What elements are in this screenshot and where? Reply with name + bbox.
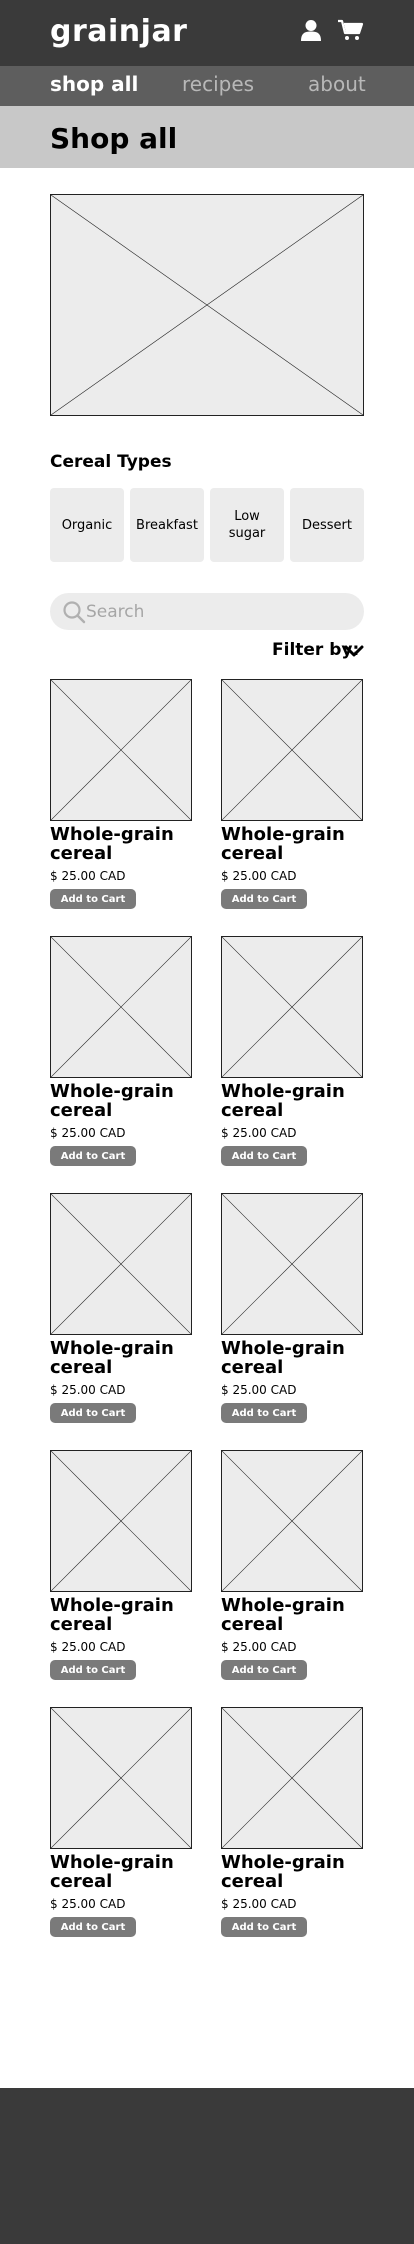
cart-icon[interactable] bbox=[338, 19, 364, 41]
product-price: $ 25.00 CAD bbox=[50, 869, 126, 883]
product-name[interactable]: Whole-grain cereal bbox=[50, 1082, 200, 1120]
product-price: $ 25.00 CAD bbox=[50, 1897, 126, 1911]
product-price: $ 25.00 CAD bbox=[221, 1126, 297, 1140]
product-image[interactable] bbox=[50, 1193, 192, 1335]
product-name[interactable]: Whole-grain cereal bbox=[221, 1339, 371, 1377]
page-title-bar: Shop all bbox=[0, 106, 414, 168]
add-to-cart-button[interactable]: Add to Cart bbox=[221, 1917, 307, 1937]
add-to-cart-button[interactable]: Add to Cart bbox=[50, 1917, 136, 1937]
product-price: $ 25.00 CAD bbox=[221, 1640, 297, 1654]
nav-item-shop-all[interactable]: shop all bbox=[50, 72, 138, 96]
product-name[interactable]: Whole-grain cereal bbox=[221, 1853, 371, 1891]
cereal-types-title: Cereal Types bbox=[50, 452, 172, 472]
product-image[interactable] bbox=[221, 1193, 363, 1335]
product-price: $ 25.00 CAD bbox=[50, 1126, 126, 1140]
add-to-cart-button[interactable]: Add to Cart bbox=[50, 1146, 136, 1166]
product-price: $ 25.00 CAD bbox=[221, 869, 297, 883]
product-name[interactable]: Whole-grain cereal bbox=[50, 1853, 200, 1891]
type-tile-dessert[interactable]: Dessert bbox=[290, 488, 364, 562]
add-to-cart-button[interactable]: Add to Cart bbox=[50, 1403, 136, 1423]
product-image[interactable] bbox=[50, 936, 192, 1078]
add-to-cart-button[interactable]: Add to Cart bbox=[221, 1660, 307, 1680]
footer bbox=[0, 2088, 414, 2244]
product-name[interactable]: Whole-grain cereal bbox=[221, 1596, 371, 1634]
product-price: $ 25.00 CAD bbox=[50, 1383, 126, 1397]
product-image[interactable] bbox=[50, 1450, 192, 1592]
nav-item-about[interactable]: about bbox=[308, 72, 366, 96]
hero-image bbox=[50, 194, 364, 416]
product-image[interactable] bbox=[221, 679, 363, 821]
product-image[interactable] bbox=[50, 679, 192, 821]
product-image[interactable] bbox=[221, 936, 363, 1078]
product-name[interactable]: Whole-grain cereal bbox=[50, 1596, 200, 1634]
product-image[interactable] bbox=[221, 1707, 363, 1849]
chevron-down-icon[interactable] bbox=[344, 644, 364, 658]
product-price: $ 25.00 CAD bbox=[221, 1897, 297, 1911]
nav-item-recipes[interactable]: recipes bbox=[182, 72, 254, 96]
search-icon bbox=[63, 601, 86, 624]
type-tile-organic[interactable]: Organic bbox=[50, 488, 124, 562]
product-name[interactable]: Whole-grain cereal bbox=[50, 825, 200, 863]
product-image[interactable] bbox=[221, 1450, 363, 1592]
main-nav: shop all recipes about bbox=[0, 66, 414, 106]
search-bar bbox=[50, 593, 364, 630]
add-to-cart-button[interactable]: Add to Cart bbox=[221, 889, 307, 909]
top-header: grainjar bbox=[0, 0, 414, 66]
product-price: $ 25.00 CAD bbox=[221, 1383, 297, 1397]
add-to-cart-button[interactable]: Add to Cart bbox=[221, 1146, 307, 1166]
product-image[interactable] bbox=[50, 1707, 192, 1849]
page-title: Shop all bbox=[50, 122, 178, 155]
type-tile-low-sugar[interactable]: Low sugar bbox=[210, 488, 284, 562]
add-to-cart-button[interactable]: Add to Cart bbox=[221, 1403, 307, 1423]
type-tile-breakfast[interactable]: Breakfast bbox=[130, 488, 204, 562]
product-price: $ 25.00 CAD bbox=[50, 1640, 126, 1654]
product-name[interactable]: Whole-grain cereal bbox=[221, 1082, 371, 1120]
search-input[interactable] bbox=[86, 593, 350, 630]
product-name[interactable]: Whole-grain cereal bbox=[50, 1339, 200, 1377]
add-to-cart-button[interactable]: Add to Cart bbox=[50, 889, 136, 909]
logo[interactable]: grainjar bbox=[50, 14, 187, 49]
add-to-cart-button[interactable]: Add to Cart bbox=[50, 1660, 136, 1680]
product-name[interactable]: Whole-grain cereal bbox=[221, 825, 371, 863]
user-icon[interactable] bbox=[300, 19, 322, 41]
